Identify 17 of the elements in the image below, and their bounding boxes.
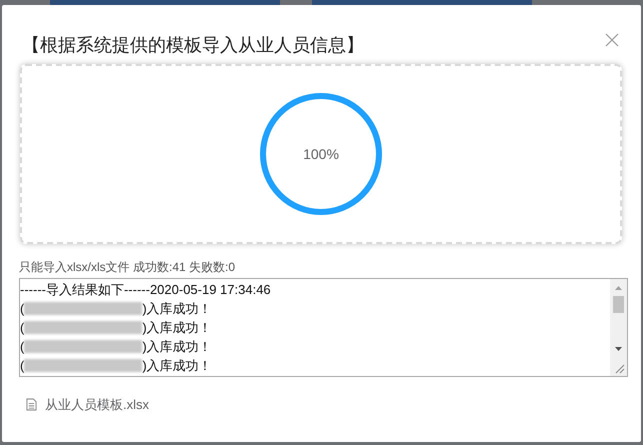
log-header: ------导入结果如下------2020-05-19 17:34:46	[20, 281, 272, 299]
log-text: )入库成功！	[142, 357, 212, 375]
log-text: )入库成功！	[142, 300, 212, 318]
upload-summary: 只能导入xlsx/xls文件 成功数:41 失败数:0	[19, 260, 236, 275]
close-icon[interactable]	[605, 33, 619, 47]
log-text: (	[20, 338, 24, 356]
document-icon	[26, 398, 37, 412]
log-text: )入库成功！	[142, 319, 212, 337]
upload-area[interactable]: 100%	[20, 64, 622, 244]
log-text: (	[20, 357, 24, 375]
log-textarea[interactable]: ------导入结果如下------2020-05-19 17:34:46 ( )入库成功！ ( )入库成功！ ( )入库成功！ ( )入库成功！	[19, 278, 628, 377]
file-link[interactable]: 从业人员模板.xlsx	[45, 395, 149, 414]
log-text: )入库成功！	[142, 338, 212, 356]
dialog-title: 【根据系统提供的模板导入从业人员信息】	[22, 34, 364, 56]
progress-reading: 100%	[303, 144, 339, 164]
log-text: (	[20, 300, 24, 318]
log-text: (	[20, 319, 24, 337]
